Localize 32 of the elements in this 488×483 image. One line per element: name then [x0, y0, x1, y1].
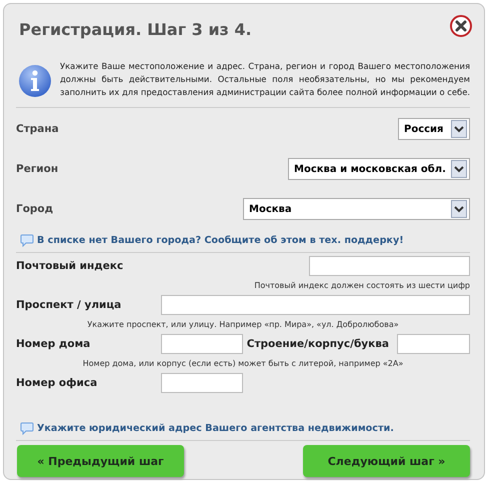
text-field[interactable]	[161, 373, 243, 393]
field-label: Строение/корпус/буква	[246, 338, 389, 350]
text-field[interactable]	[309, 256, 470, 276]
field-label: Страна	[16, 123, 59, 135]
field-label: Номер дома	[16, 338, 92, 350]
text-field[interactable]	[397, 334, 470, 354]
dialog-title: Регистрация. Шаг 3 из 4.	[19, 20, 252, 39]
field-hint: Почтовый индекс должен состоять из шести цифр	[254, 281, 470, 290]
dropdown[interactable]: Россия	[398, 118, 470, 140]
text-field[interactable]	[161, 295, 470, 315]
next-step-button[interactable]: Следующий шаг »	[303, 445, 470, 477]
notice-text: В списке нет Вашего города? Сообщите об этом в тех. поддерку!	[37, 234, 404, 246]
field-hint: Укажите проспект, или улицу. Например «пр. Мира», «ул. Добролюбова»	[87, 320, 399, 329]
field-hint: Номер дома, или корпус (если есть) может быть с литерой, например «2А»	[82, 359, 404, 368]
speech-bubble-icon	[20, 234, 34, 246]
caret-icon	[451, 120, 467, 138]
info-icon	[18, 64, 52, 98]
speech-bubble-icon	[20, 422, 34, 434]
previous-step-button[interactable]: « Предыдущий шаг	[17, 445, 184, 477]
text-field[interactable]	[161, 334, 243, 354]
caret-icon	[451, 200, 467, 218]
notice-text: Укажите юридический адрес Вашего агентства недвижимости.	[37, 422, 394, 434]
field-label: Регион	[16, 163, 58, 175]
field-label: Город	[16, 203, 54, 215]
caret-icon	[451, 160, 467, 178]
close-icon[interactable]	[450, 14, 472, 36]
field-label: Почтовый индекс	[16, 260, 124, 272]
field-label: Номер офиса	[16, 377, 98, 389]
field-label: Проспект / улица	[16, 299, 122, 311]
info-text: Укажите Ваше местоположение и адрес. Страна, регион и город Вашего местоположения должны быть действительными. Остальные поля необязательны, но мы рекомендуем заполнить их для предоставления администрации сайта более полной информации о себе.	[60, 60, 470, 98]
dropdown[interactable]: Москва	[243, 198, 470, 220]
dropdown[interactable]: Москва и московская обл.	[288, 158, 470, 180]
